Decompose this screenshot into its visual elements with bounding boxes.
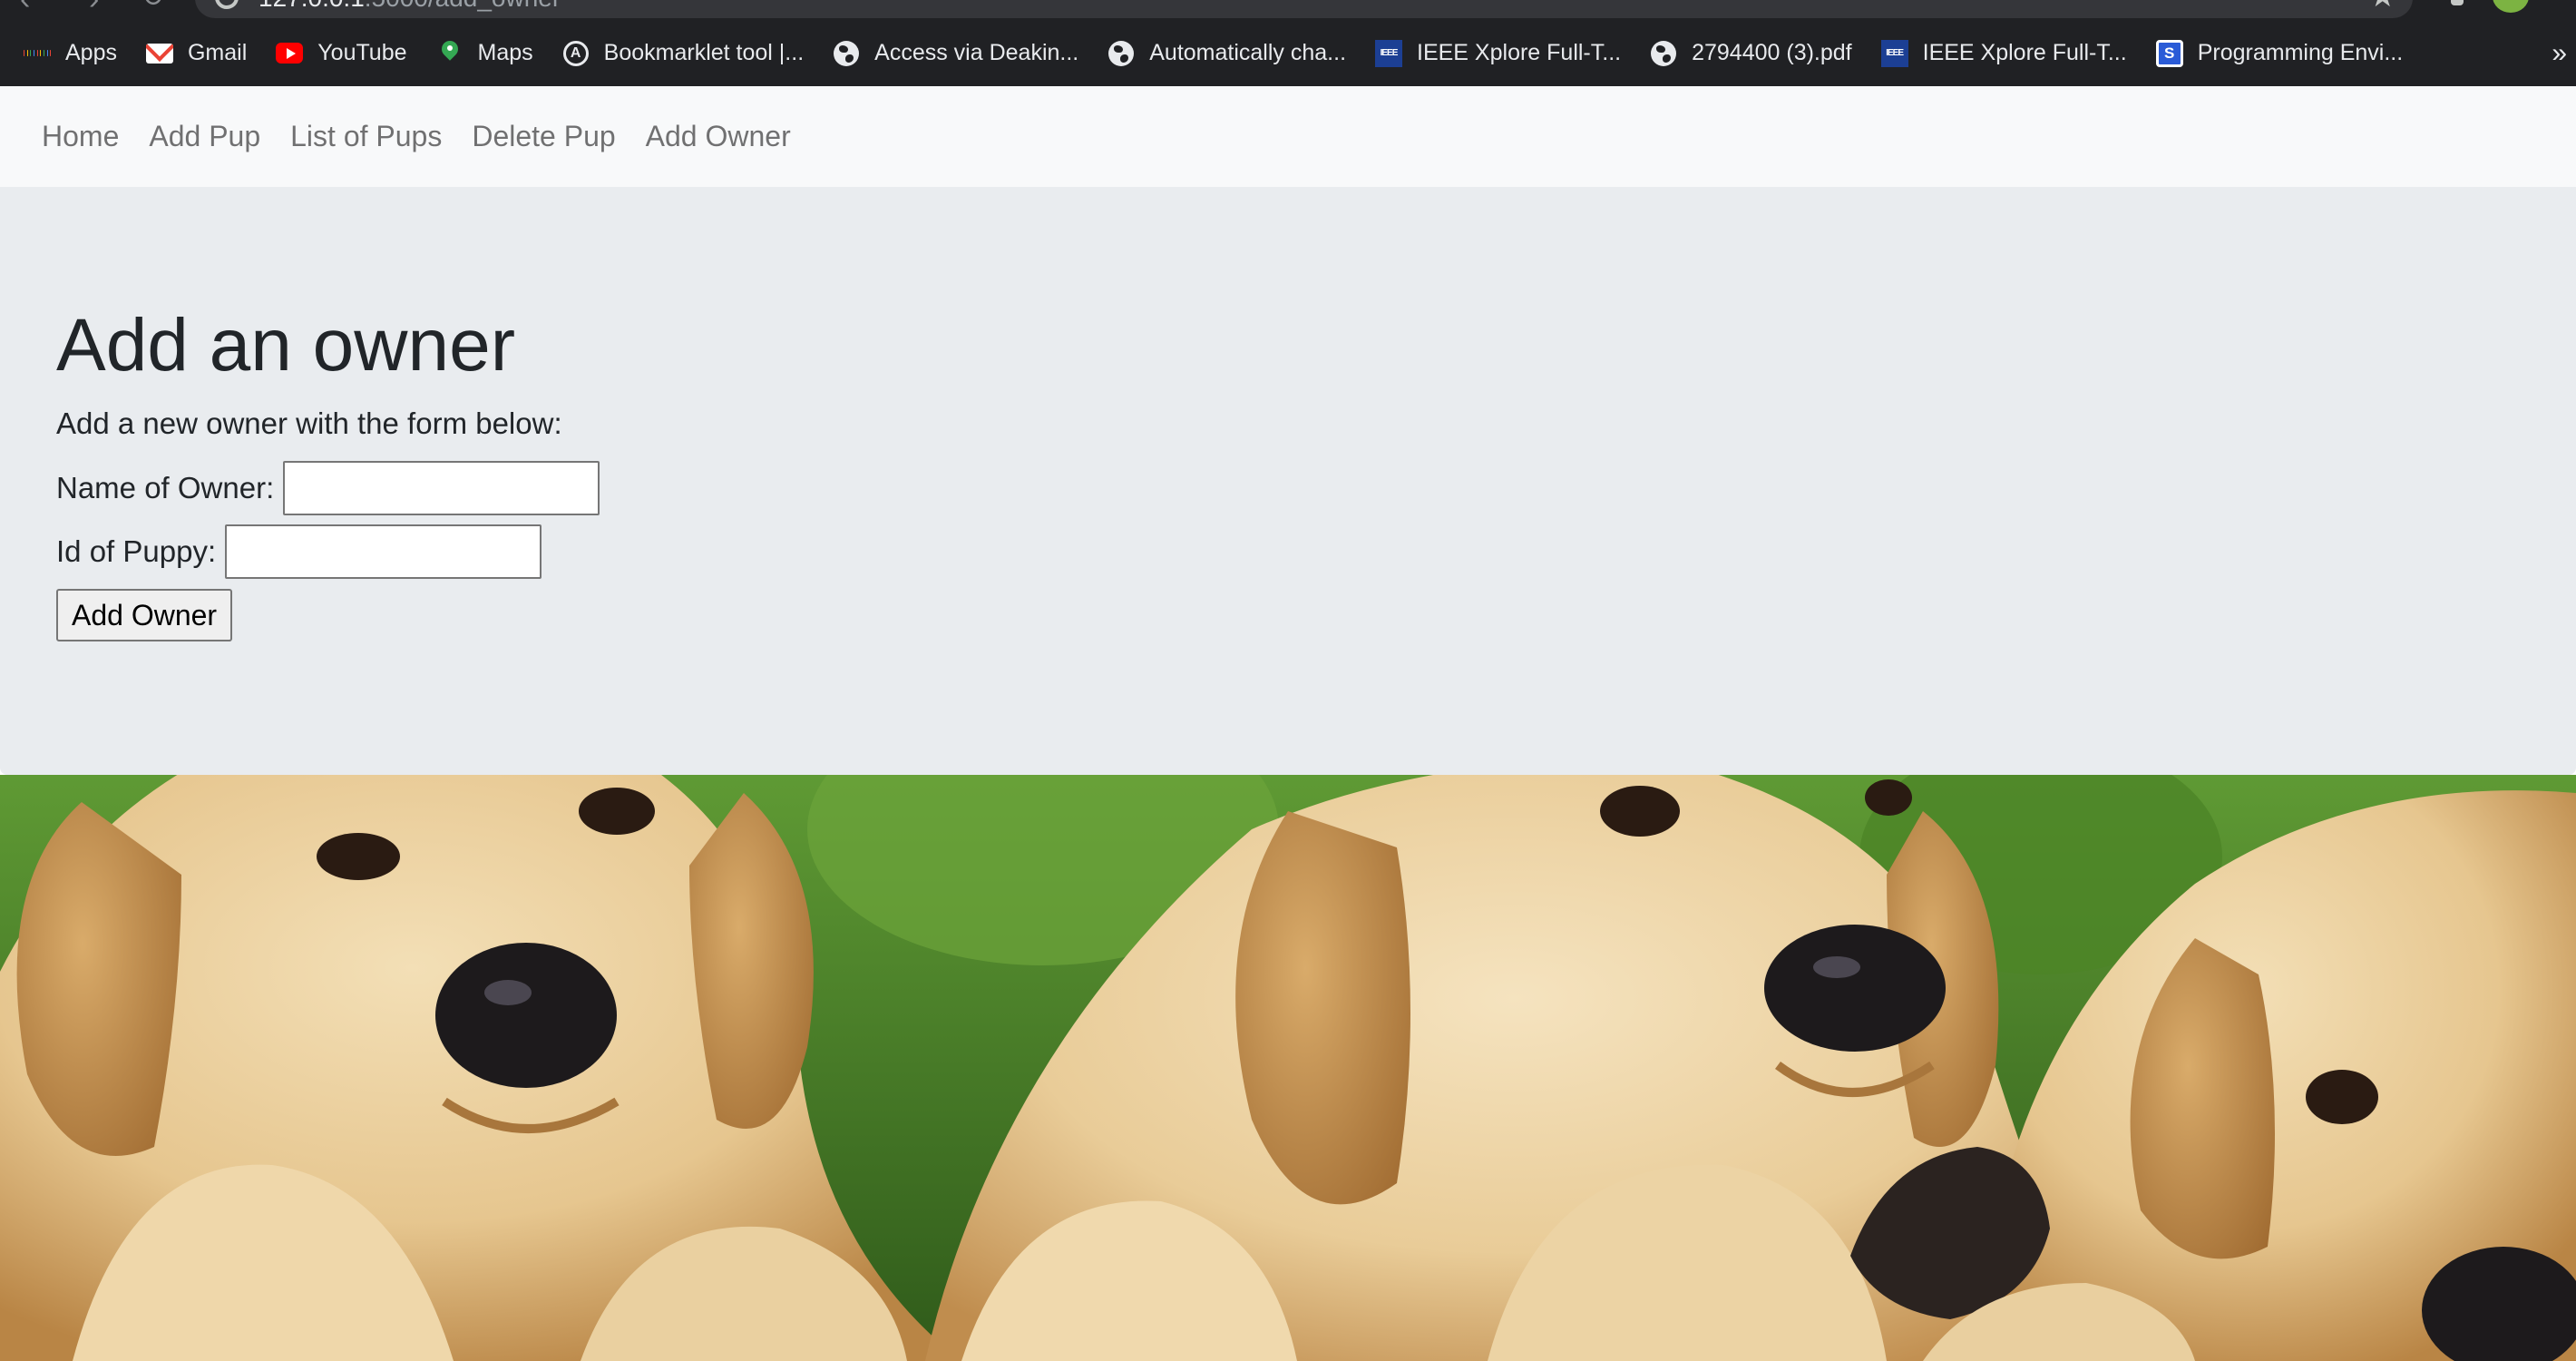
forward-arrow-icon[interactable]: › (89, 0, 99, 17)
globe-icon (1108, 40, 1135, 66)
programming-env-icon: S (2155, 39, 2183, 67)
puppy-id-row: Id of Puppy: (56, 524, 2576, 580)
bookmarklet-icon: A (562, 40, 589, 66)
bookmark-programming[interactable]: S Programming Envi... (2155, 20, 2404, 86)
bookmark-label: IEEE Xplore Full-T... (1417, 40, 1622, 65)
bookmark-ieee-2[interactable]: IEEE IEEE Xplore Full-T... (1880, 20, 2127, 86)
bookmark-label: 2794400 (3).pdf (1692, 40, 1852, 65)
add-owner-panel: Add an owner Add a new owner with the fo… (0, 187, 2576, 775)
bookmark-label: Automatically cha... (1149, 40, 1347, 65)
page-title: Add an owner (56, 304, 516, 387)
gmail-icon (145, 43, 173, 64)
ieee-icon: IEEE (1375, 39, 1403, 67)
bookmark-star-icon[interactable]: ★ (2369, 0, 2396, 15)
globe-icon (834, 40, 860, 66)
bookmark-youtube[interactable]: YouTube (276, 20, 407, 86)
bookmark-label: Programming Envi... (2197, 40, 2404, 65)
puppies-hero-image (0, 775, 2576, 1361)
bookmark-label: Gmail (187, 40, 248, 65)
bookmarks-overflow-icon[interactable]: » (2552, 20, 2567, 86)
form-instructions: Add a new owner with the form below: (56, 406, 562, 441)
nav-delete-pup-link[interactable]: Delete Pup (472, 120, 615, 153)
bookmark-label: Bookmarklet tool |... (603, 40, 805, 65)
browser-toolbar: ‹ › ↻ 127.0.0.1:5000/add_owner ★ (0, 0, 2576, 20)
url-host: 127.0.0.1 (259, 0, 365, 12)
bookmark-automatically[interactable]: Automatically cha... (1107, 20, 1346, 86)
owner-name-label: Name of Owner: (56, 471, 275, 505)
nav-home-link[interactable]: Home (42, 120, 119, 153)
puppy-id-label: Id of Puppy: (56, 534, 217, 569)
ieee-icon: IEEE (1880, 39, 1908, 67)
submit-row: Add Owner (56, 588, 2576, 642)
bookmark-maps[interactable]: Maps (436, 20, 533, 86)
bookmarks-bar: Apps Gmail YouTube Maps A Bookmarklet to… (0, 20, 2576, 86)
bookmark-deakin[interactable]: Access via Deakin... (833, 20, 1078, 86)
puppy-id-input[interactable] (225, 524, 542, 580)
bookmark-pdf[interactable]: 2794400 (3).pdf (1650, 20, 1852, 86)
bookmark-label: Access via Deakin... (874, 40, 1079, 65)
bookmark-ieee-1[interactable]: IEEE IEEE Xplore Full-T... (1375, 20, 1621, 86)
profile-avatar[interactable] (2493, 0, 2529, 13)
nav-list-of-pups-link[interactable]: List of Pups (290, 120, 442, 153)
reload-icon[interactable]: ↻ (141, 0, 164, 14)
address-bar[interactable]: 127.0.0.1:5000/add_owner ★ (195, 0, 2413, 18)
extension-icon[interactable] (2451, 0, 2464, 5)
nav-add-pup-link[interactable]: Add Pup (149, 120, 260, 153)
bookmark-label: IEEE Xplore Full-T... (1922, 40, 2127, 65)
bookmark-label: YouTube (317, 40, 407, 65)
maps-pin-icon (441, 41, 459, 66)
bookmark-bookmarklet[interactable]: A Bookmarklet tool |... (562, 20, 804, 86)
site-info-icon[interactable] (215, 0, 239, 9)
add-owner-button[interactable]: Add Owner (56, 589, 233, 642)
youtube-icon (276, 43, 304, 64)
nav-add-owner-link[interactable]: Add Owner (646, 120, 791, 153)
url-path: :5000/add_owner (365, 0, 561, 12)
apps-grid-icon (23, 40, 52, 67)
bookmark-label: Maps (477, 40, 533, 65)
bookmark-apps[interactable]: Apps (23, 20, 117, 86)
globe-icon (1651, 40, 1677, 66)
bookmark-gmail[interactable]: Gmail (145, 20, 248, 86)
bookmark-label: Apps (65, 40, 117, 65)
site-navbar: Home Add Pup List of Pups Delete Pup Add… (0, 86, 2576, 187)
owner-name-row: Name of Owner: (56, 461, 2576, 516)
back-arrow-icon[interactable]: ‹ (20, 0, 30, 17)
address-url: 127.0.0.1:5000/add_owner (259, 0, 561, 13)
owner-name-input[interactable] (283, 461, 600, 516)
